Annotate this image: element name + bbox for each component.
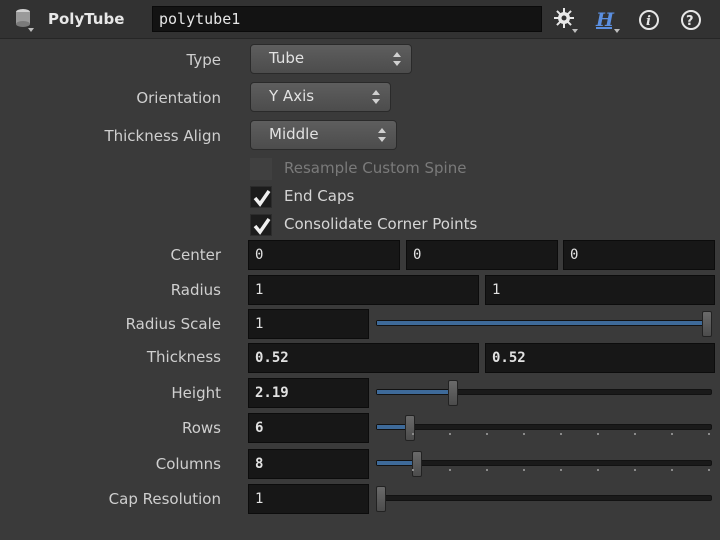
orientation-menu[interactable]: Y Axis — [250, 82, 391, 112]
slider-tick — [412, 469, 414, 471]
slider-handle[interactable] — [376, 486, 386, 512]
slider-track — [376, 424, 712, 430]
radius-scale-slider[interactable] — [376, 309, 712, 339]
node-type-label: PolyTube — [48, 10, 125, 28]
slider-tick — [449, 433, 451, 435]
radius-scale-field[interactable] — [248, 309, 369, 339]
checkmark-icon — [253, 190, 271, 207]
thickness-label: Thickness — [146, 348, 221, 366]
slider-handle[interactable] — [405, 415, 416, 441]
slider-tick — [523, 433, 525, 435]
height-label: Height — [171, 384, 221, 402]
info-icon[interactable]: i — [636, 7, 662, 33]
slider-handle[interactable] — [411, 451, 422, 477]
columns-slider[interactable] — [376, 449, 712, 479]
height-field[interactable] — [248, 378, 369, 408]
type-menu-value: Tube — [269, 49, 305, 67]
rows-field[interactable] — [248, 413, 369, 443]
slider-tick — [597, 469, 599, 471]
type-menu[interactable]: Tube — [250, 44, 412, 74]
center-z-field[interactable] — [563, 240, 715, 270]
slider-track — [376, 389, 712, 395]
height-slider[interactable] — [376, 378, 712, 408]
slider-handle[interactable] — [447, 380, 458, 406]
gear-icon[interactable] — [552, 7, 578, 33]
slider-handle[interactable] — [702, 311, 712, 337]
resample-custom-spine-label: Resample Custom Spine — [284, 159, 467, 177]
slider-tick — [486, 469, 488, 471]
slider-tick — [412, 433, 414, 435]
slider-track — [376, 495, 712, 501]
slider-tick — [634, 433, 636, 435]
thickness-align-label: Thickness Align — [104, 127, 221, 145]
type-label: Type — [186, 51, 221, 69]
thickness-align-menu-value: Middle — [269, 125, 319, 143]
end-caps-checkbox[interactable] — [250, 186, 272, 208]
center-label: Center — [170, 246, 222, 264]
orientation-menu-value: Y Axis — [269, 87, 315, 105]
slider-tick — [671, 433, 673, 435]
slider-tick — [560, 469, 562, 471]
thickness-2-field[interactable] — [485, 343, 715, 373]
node-name-field[interactable] — [152, 6, 542, 32]
slider-track — [376, 460, 712, 466]
slider-fill — [377, 390, 454, 394]
radius-label: Radius — [170, 281, 221, 299]
rows-slider[interactable] — [376, 413, 712, 443]
slider-track — [376, 320, 712, 326]
svg-text:?: ? — [686, 14, 694, 29]
slider-tick — [634, 469, 636, 471]
slider-tick — [560, 433, 562, 435]
columns-label: Columns — [155, 455, 221, 473]
consolidate-corner-points-checkbox[interactable] — [250, 214, 272, 236]
cap-resolution-field[interactable] — [248, 484, 369, 514]
center-y-field[interactable] — [406, 240, 558, 270]
orientation-label: Orientation — [136, 89, 221, 107]
menu-arrows-icon — [372, 89, 380, 105]
help-icon[interactable]: ? — [678, 7, 704, 33]
cap-resolution-slider[interactable] — [376, 484, 712, 514]
slider-tick — [708, 433, 710, 435]
consolidate-corner-points-label: Consolidate Corner Points — [284, 215, 478, 233]
rows-label: Rows — [181, 419, 221, 437]
end-caps-label: End Caps — [284, 187, 355, 205]
menu-arrows-icon — [378, 127, 386, 143]
slider-tick — [597, 433, 599, 435]
radius-scale-label: Radius Scale — [125, 315, 221, 333]
slider-fill — [377, 321, 708, 325]
cap-resolution-label: Cap Resolution — [108, 490, 221, 508]
slider-tick — [523, 469, 525, 471]
slider-tick — [449, 469, 451, 471]
center-x-field[interactable] — [248, 240, 400, 270]
menu-arrows-icon — [393, 51, 401, 67]
slider-tick — [671, 469, 673, 471]
radius-1-field[interactable] — [248, 275, 479, 305]
columns-field[interactable] — [248, 449, 369, 479]
houdini-help-icon[interactable]: H — [594, 7, 620, 33]
parameter-header: PolyTube H i ? — [0, 0, 720, 39]
thickness-align-menu[interactable]: Middle — [250, 120, 397, 150]
radius-2-field[interactable] — [485, 275, 715, 305]
resample-custom-spine-checkbox — [250, 158, 272, 180]
slider-tick — [486, 433, 488, 435]
thickness-1-field[interactable] — [248, 343, 479, 373]
svg-text:i: i — [646, 14, 651, 29]
checkmark-icon — [253, 218, 271, 235]
node-icon[interactable] — [14, 8, 34, 32]
slider-tick — [708, 469, 710, 471]
